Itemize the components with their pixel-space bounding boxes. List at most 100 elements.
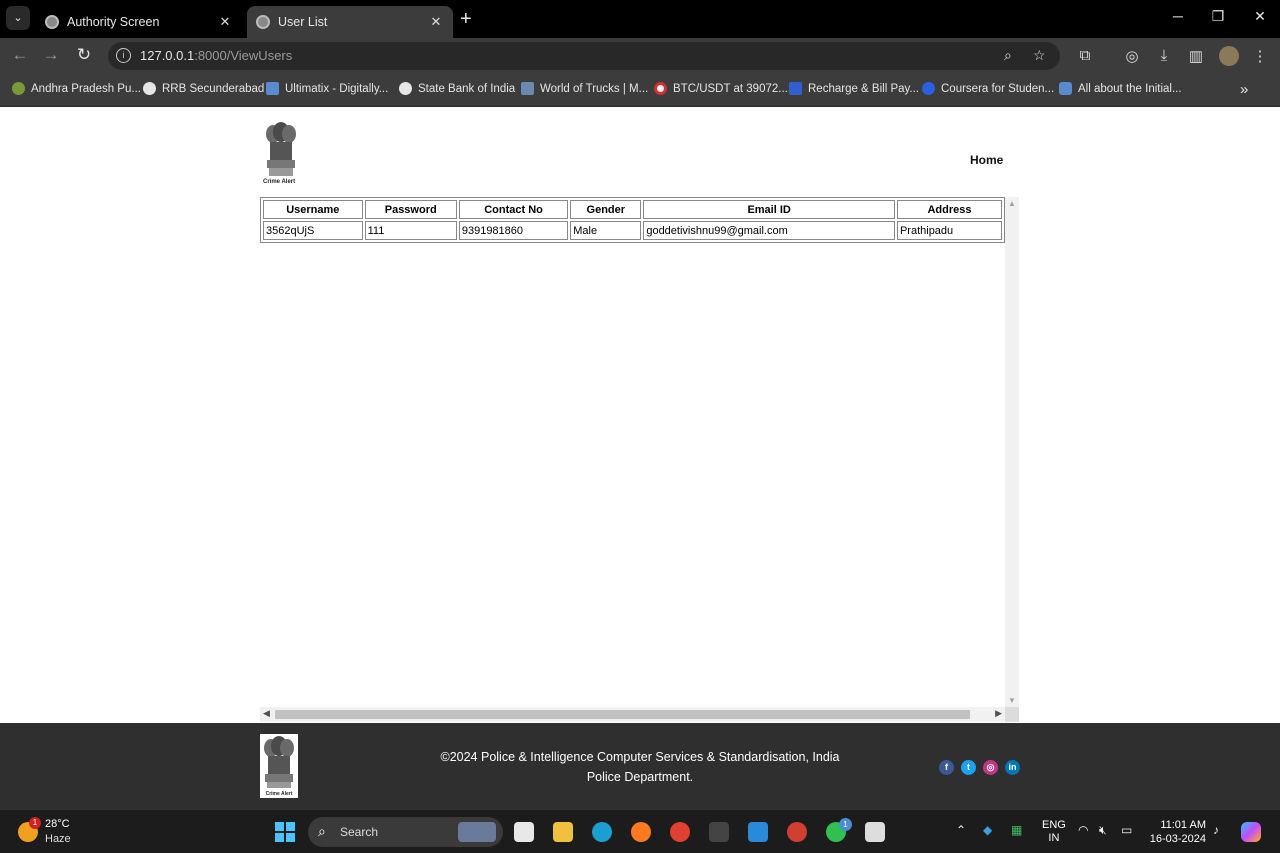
chevron-double-right-icon[interactable]: » (1240, 81, 1248, 98)
bookmark-item[interactable]: Coursera for Studen... (922, 82, 1054, 95)
globe-icon (143, 82, 156, 95)
column-header-email: Email ID (643, 200, 895, 219)
zoom-icon[interactable]: ⌕ (1004, 47, 1012, 64)
windows-start-icon[interactable] (275, 822, 295, 842)
clock-time: 11:01 AM (1160, 819, 1206, 831)
bookmark-item[interactable]: Andhra Pradesh Pu... (12, 82, 141, 95)
bookmark-item[interactable]: State Bank of India (399, 82, 515, 95)
tray-app-icon[interactable]: ▦ (1011, 823, 1022, 837)
copilot-icon[interactable] (1241, 822, 1261, 842)
address-bar[interactable]: i 127.0.0.1:8000/ViewUsers ⌕ ☆ (108, 42, 1060, 70)
taskbar-clock[interactable]: 11:01 AM 16-03-2024 (1146, 818, 1206, 846)
twitter-icon[interactable]: t (961, 760, 976, 775)
column-header-gender: Gender (570, 200, 642, 219)
chrome-active-icon[interactable] (787, 822, 807, 842)
store-icon[interactable] (514, 822, 534, 842)
search-icon: ⌕ (318, 823, 326, 839)
users-table-container: Username Password Contact No Gender Emai… (260, 197, 1005, 715)
linkedin-icon[interactable]: in (1005, 760, 1020, 775)
weather-temperature[interactable]: 28°C (45, 818, 70, 830)
globe-icon (45, 15, 59, 29)
site-info-icon[interactable]: i (116, 48, 131, 63)
snipping-tool-icon[interactable] (865, 822, 885, 842)
clock-date: 16-03-2024 (1149, 833, 1206, 845)
weather-badge: 1 (29, 817, 41, 829)
more-menu-icon[interactable]: ⋮ (1250, 47, 1270, 65)
tab-search-button[interactable]: ⌄ (6, 6, 30, 30)
footer-line-1: ©2024 Police & Intelligence Computer Ser… (440, 750, 840, 764)
tab-close-icon[interactable]: ✕ (427, 14, 445, 30)
browser-toolbar: ← → ↻ i 127.0.0.1:8000/ViewUsers ⌕ ☆ ⧉ ◎… (0, 38, 1280, 74)
cell-email: goddetivishnu99@gmail.com (643, 221, 895, 240)
browser-tab-strip: ⌄ Authority Screen ✕ User List ✕ + ─ ❐ ✕ (0, 0, 1280, 38)
new-tab-button[interactable]: + (460, 8, 472, 31)
firefox-icon[interactable] (631, 822, 651, 842)
chrome-icon[interactable] (670, 822, 690, 842)
defender-icon[interactable]: ◆ (983, 823, 992, 837)
tray-overflow-icon[interactable]: ⌃ (956, 823, 966, 837)
vscode-icon[interactable] (748, 822, 768, 842)
windows-taskbar: 1 28°C Haze ⌕ Search 1 ⌃ ◆ ▦ ENG IN ◠ 🔇︎… (0, 809, 1280, 853)
bookmarks-bar: Andhra Pradesh Pu... RRB Secunderabad Ul… (0, 74, 1280, 107)
bookmark-item[interactable]: RRB Secunderabad (143, 82, 264, 95)
back-arrow-icon[interactable]: ← (9, 45, 31, 65)
bookmark-star-icon[interactable]: ☆ (1033, 47, 1046, 64)
scrollbar-corner (1005, 707, 1019, 722)
window-close-icon[interactable]: ✕ (1250, 8, 1270, 25)
tab-user-list[interactable]: User List ✕ (247, 6, 453, 38)
restore-icon[interactable]: ❐ (1208, 8, 1228, 25)
scroll-right-icon[interactable]: ▶ (995, 708, 1002, 719)
vertical-scrollbar[interactable]: ▲ ▼ (1005, 197, 1019, 707)
horizontal-scrollbar[interactable]: ◀ ▶ (260, 707, 1005, 722)
facebook-icon[interactable]: f (939, 760, 954, 775)
emblem-icon (12, 82, 25, 95)
side-panel-icon[interactable]: ▥ (1186, 47, 1206, 65)
bookmark-item[interactable]: All about the Initial... (1059, 82, 1182, 95)
weather-condition[interactable]: Haze (45, 833, 71, 845)
wifi-icon[interactable]: ◠ (1078, 823, 1088, 837)
cell-gender: Male (570, 221, 642, 240)
url-text[interactable]: 127.0.0.1:8000/ViewUsers (140, 48, 292, 63)
search-label: Search (340, 825, 379, 839)
column-header-password: Password (364, 200, 457, 219)
globe-icon (256, 15, 270, 29)
download-icon[interactable]: ⤓ (1154, 47, 1174, 64)
minimize-icon[interactable]: ─ (1168, 8, 1188, 24)
bookmark-item[interactable]: Recharge & Bill Pay... (789, 82, 919, 95)
bookmark-item[interactable]: World of Trucks | M... (521, 82, 648, 95)
page-content: Crime Alert Home Username Password Conta… (0, 108, 1280, 723)
notification-bell-icon[interactable]: ♪ (1213, 823, 1219, 837)
language-indicator[interactable]: ENG IN (1042, 819, 1066, 845)
scroll-left-icon[interactable]: ◀ (263, 708, 270, 719)
tab-authority-screen[interactable]: Authority Screen ✕ (36, 6, 242, 38)
edge-icon[interactable] (592, 822, 612, 842)
scrollbar-thumb[interactable] (275, 710, 970, 719)
nav-home-link[interactable]: Home (970, 153, 1003, 167)
tab-close-icon[interactable]: ✕ (216, 14, 234, 30)
bookmark-item[interactable]: Ultimatix - Digitally... (266, 82, 388, 95)
footer-copyright: ©2024 Police & Intelligence Computer Ser… (400, 747, 880, 787)
extensions-icon[interactable]: ⧉ (1075, 47, 1095, 64)
avatar[interactable] (1219, 46, 1239, 66)
exchange-icon (654, 82, 667, 95)
volume-muted-icon[interactable]: 🔇︎ (1099, 823, 1107, 838)
coursera-icon (922, 82, 935, 95)
column-header-contact: Contact No (458, 200, 569, 219)
logo-caption: Crime Alert (263, 179, 296, 185)
terminal-icon[interactable] (709, 822, 729, 842)
bookmark-item[interactable]: BTC/USDT at 39072.... (654, 82, 791, 95)
tab-title: Authority Screen (67, 15, 160, 29)
footer-emblem-logo: Crime Alert (260, 734, 298, 798)
extension-app-icon[interactable]: ◎ (1122, 47, 1142, 65)
scroll-up-icon[interactable]: ▲ (1008, 199, 1016, 208)
table-header-row: Username Password Contact No Gender Emai… (263, 200, 1002, 219)
file-explorer-icon[interactable] (553, 822, 573, 842)
footer-logo-caption: Crime Alert (266, 791, 293, 797)
forward-arrow-icon[interactable]: → (40, 45, 62, 65)
instagram-icon[interactable]: ◎ (983, 760, 998, 775)
reload-icon[interactable]: ↻ (73, 45, 95, 65)
scroll-down-icon[interactable]: ▼ (1008, 696, 1016, 705)
taskbar-search[interactable]: ⌕ Search (308, 817, 503, 847)
globe-icon (399, 82, 412, 95)
battery-icon[interactable]: ▭ (1121, 823, 1132, 837)
